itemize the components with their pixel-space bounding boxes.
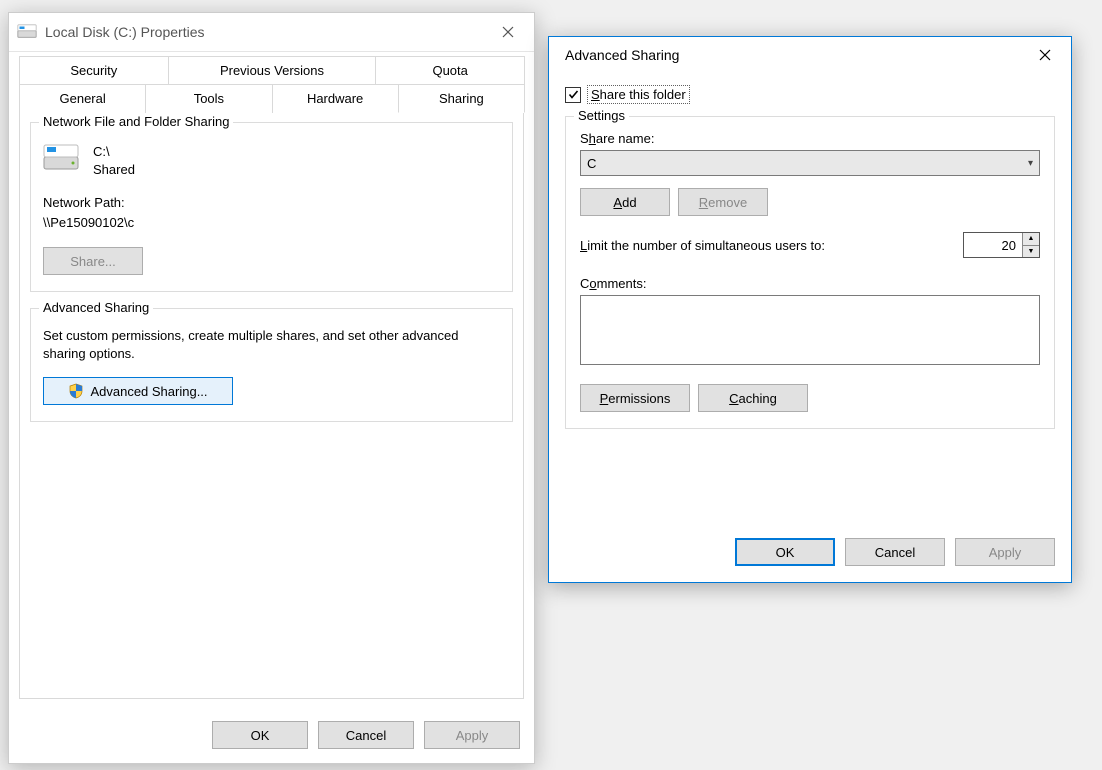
advanced-sharing-button-label: Advanced Sharing... — [90, 384, 207, 399]
properties-button-bar: OK Cancel Apply — [9, 711, 534, 763]
share-folder-label[interactable]: Share this folder — [587, 85, 690, 104]
tab-content-sharing: Network File and Folder Sharing C:\ Shar… — [19, 112, 524, 699]
tab-security[interactable]: Security — [19, 56, 169, 84]
share-name-value: C — [587, 156, 596, 171]
tab-sharing[interactable]: Sharing — [398, 84, 525, 113]
titlebar: Local Disk (C:) Properties — [9, 13, 534, 52]
advanced-description: Set custom permissions, create multiple … — [43, 327, 500, 363]
adv-close-button[interactable] — [1023, 40, 1067, 70]
chevron-down-icon: ▾ — [1028, 158, 1033, 169]
adv-titlebar: Advanced Sharing — [549, 37, 1071, 73]
adv-button-bar: OK Cancel Apply — [549, 538, 1071, 582]
cancel-button[interactable]: Cancel — [318, 721, 414, 749]
limit-users-spinner[interactable]: ▲ ▼ — [963, 232, 1040, 258]
comments-textarea[interactable] — [580, 295, 1040, 365]
adv-ok-button[interactable]: OK — [735, 538, 835, 566]
tabs: Security Previous Versions Quota General… — [9, 52, 534, 113]
adv-cancel-button[interactable]: Cancel — [845, 538, 945, 566]
comments-label: Comments: — [580, 276, 1040, 291]
ok-button[interactable]: OK — [212, 721, 308, 749]
apply-button[interactable]: Apply — [424, 721, 520, 749]
add-button[interactable]: Add — [580, 188, 670, 216]
advanced-sharing-button[interactable]: Advanced Sharing... — [43, 377, 233, 405]
checkmark-icon — [568, 89, 579, 100]
adv-body: Share this folder Settings Share name: C… — [549, 73, 1071, 538]
spinner-down[interactable]: ▼ — [1023, 246, 1039, 258]
spinner-up[interactable]: ▲ — [1023, 233, 1039, 246]
shield-icon — [68, 383, 84, 399]
network-path-value: \\Pe15090102\c — [43, 213, 500, 233]
network-path-label: Network Path: — [43, 193, 500, 213]
limit-users-label: Limit the number of simultaneous users t… — [580, 238, 825, 253]
settings-group: Settings Share name: C ▾ Add Remove Limi… — [565, 116, 1055, 429]
adv-window-title: Advanced Sharing — [565, 47, 1023, 63]
group-title-advanced: Advanced Sharing — [39, 300, 153, 315]
share-folder-checkbox[interactable] — [565, 87, 581, 103]
group-advanced-sharing: Advanced Sharing Set custom permissions,… — [30, 308, 513, 422]
drive-icon — [17, 24, 37, 40]
tab-general[interactable]: General — [19, 84, 146, 113]
share-button[interactable]: Share... — [43, 247, 143, 275]
tab-tools[interactable]: Tools — [145, 84, 272, 113]
tab-hardware[interactable]: Hardware — [272, 84, 399, 113]
close-button[interactable] — [488, 18, 528, 46]
group-network-sharing: Network File and Folder Sharing C:\ Shar… — [30, 122, 513, 292]
share-name-combo[interactable]: C ▾ — [580, 150, 1040, 176]
remove-button[interactable]: Remove — [678, 188, 768, 216]
tab-quota[interactable]: Quota — [375, 56, 525, 84]
drive-name: C:\ — [93, 143, 135, 161]
close-icon — [1039, 49, 1051, 61]
window-title: Local Disk (C:) Properties — [45, 24, 488, 40]
limit-users-input[interactable] — [964, 233, 1022, 257]
drive-info: C:\ Shared — [43, 143, 500, 179]
group-title-network: Network File and Folder Sharing — [39, 114, 233, 129]
drive-status: Shared — [93, 161, 135, 179]
properties-window: Local Disk (C:) Properties Security Prev… — [8, 12, 535, 764]
settings-group-title: Settings — [574, 108, 629, 123]
caching-button[interactable]: Caching — [698, 384, 808, 412]
permissions-button[interactable]: Permissions — [580, 384, 690, 412]
adv-apply-button[interactable]: Apply — [955, 538, 1055, 566]
share-name-label: Share name: — [580, 131, 1040, 146]
drive-icon — [43, 143, 79, 173]
close-icon — [502, 26, 514, 38]
advanced-sharing-window: Advanced Sharing Share this folder Setti… — [548, 36, 1072, 583]
tab-previous-versions[interactable]: Previous Versions — [168, 56, 377, 84]
share-folder-checkbox-row: Share this folder — [565, 85, 1055, 104]
